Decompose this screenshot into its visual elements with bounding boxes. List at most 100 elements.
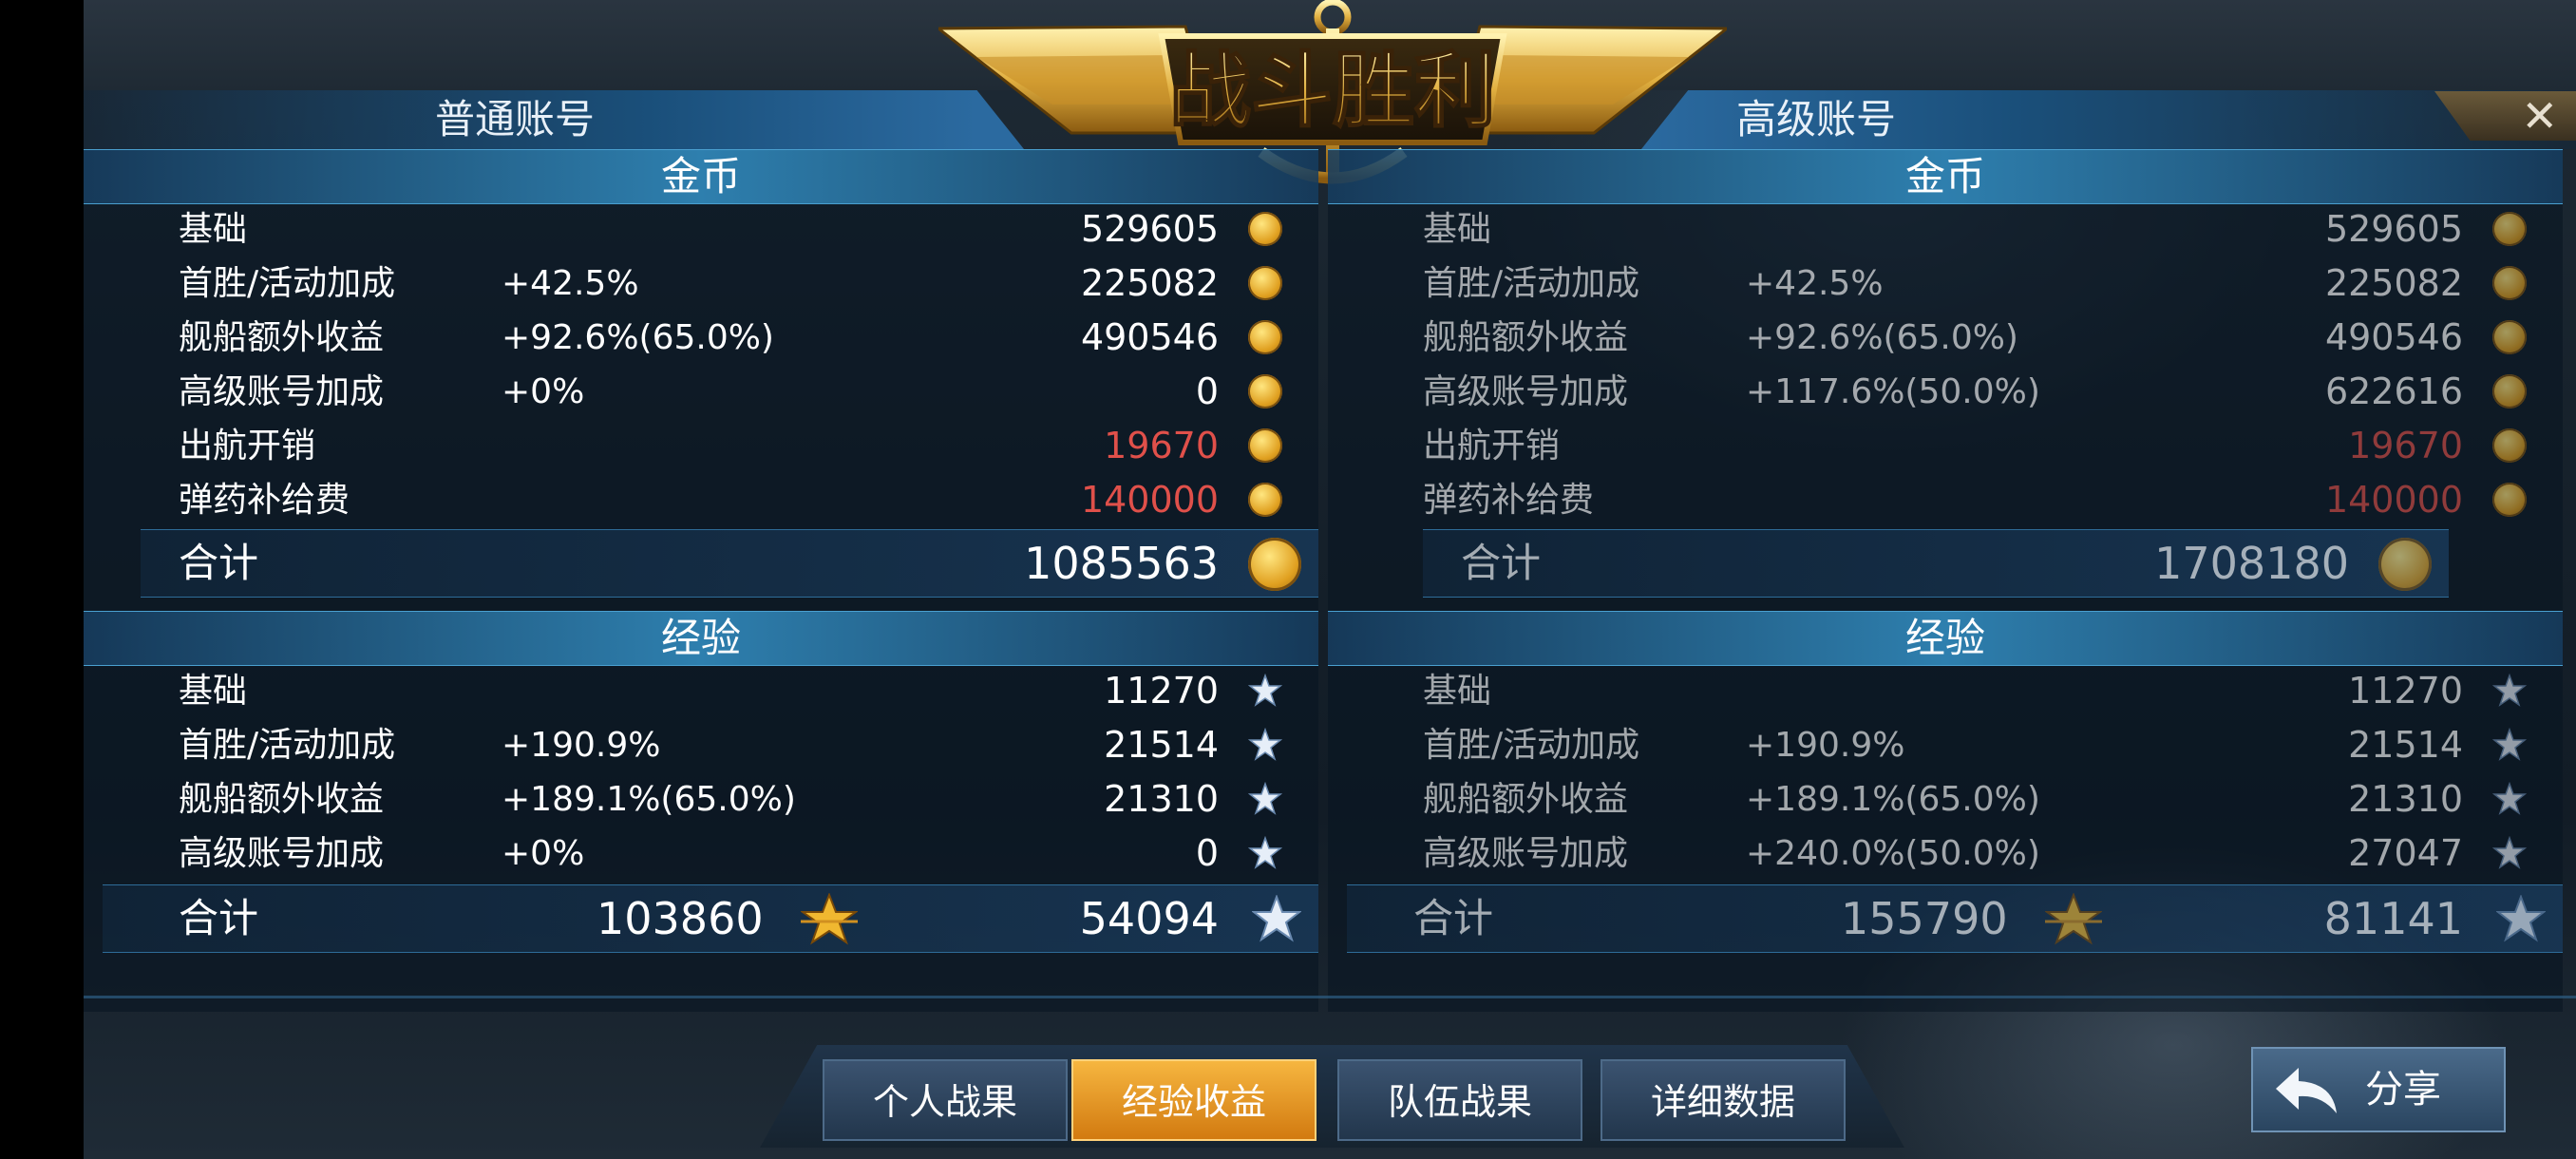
row-label: 首胜/活动加成 [179,264,396,303]
coin-icon [2492,320,2527,354]
coin-icon [2492,266,2527,300]
row-label: 高级账号加成 [179,372,385,411]
row-value: 0 [1195,370,1219,412]
row-value: 21514 [2348,724,2463,766]
row-label: 弹药补给费 [179,481,350,520]
exp-total-silver-value: 81141 [2323,893,2463,944]
gold-row: 出航开销 19670 [1328,419,2563,473]
row-label: 高级账号加成 [1423,372,1629,411]
gold-total-row: 合计 1085563 [141,529,1318,598]
tab-detailed-data[interactable]: 详细数据 [1601,1059,1846,1141]
divider-line [84,996,2576,998]
tab-exp-income[interactable]: 经验收益 [1071,1059,1316,1141]
gold-row: 首胜/活动加成 +42.5% 225082 [1328,256,2563,311]
row-value: 622616 [2324,370,2463,412]
coin-icon [1248,483,1282,517]
row-label: 首胜/活动加成 [1423,264,1640,303]
exp-row: 高级账号加成 +0% 0 [84,826,1318,881]
row-percent: +190.9% [1746,726,1905,765]
total-label: 合计 [179,540,259,586]
row-value-negative: 140000 [1080,479,1219,521]
total-label: 合计 [179,895,259,941]
exp-row: 首胜/活动加成 +190.9% 21514 [84,718,1318,772]
total-label: 合计 [1413,895,1494,941]
coin-icon [1248,538,1301,591]
gold-row: 弹药补给费 140000 [1328,473,2563,527]
silver-star-icon [2492,674,2527,707]
silver-star-icon [1252,895,1301,942]
coin-icon [1248,266,1282,300]
gold-section-header: 金币 [1328,149,2563,204]
gold-section-header: 金币 [84,149,1318,204]
row-value-negative: 19670 [1104,425,1219,466]
row-value-negative: 140000 [2324,479,2463,521]
exp-total-gold-value: 103860 [597,893,764,944]
row-label: 舰船额外收益 [1423,780,1629,819]
premium-account-panel: 金币 基础 529605 首胜/活动加成 +42.5% 225082 舰船额外收… [1328,149,2563,1012]
gold-row: 基础 529605 [84,202,1318,256]
row-label: 舰船额外收益 [179,780,385,819]
share-button[interactable]: 分享 [2251,1047,2506,1132]
battle-result-screen: 普通账号 高级账号 ✕ 战斗胜利 金币 基础 529605 首胜/活动加成 +4… [84,0,2576,1159]
row-value: 225082 [2324,262,2463,304]
silver-star-icon [2492,782,2527,815]
exp-row: 舰船额外收益 +189.1%(65.0%) 21310 [1328,772,2563,826]
row-label: 弹药补给费 [1423,481,1595,520]
total-label: 合计 [1461,540,1542,586]
tab-personal-results[interactable]: 个人战果 [823,1059,1068,1141]
coin-icon [1248,212,1282,246]
row-percent: +189.1%(65.0%) [1746,780,2040,819]
row-label: 高级账号加成 [1423,834,1629,873]
normal-account-panel: 金币 基础 529605 首胜/活动加成 +42.5% 225082 舰船额外收… [84,149,1318,1012]
coin-icon [1248,320,1282,354]
gold-total-value: 1085563 [1024,538,1219,589]
gold-row: 弹药补给费 140000 [84,473,1318,527]
row-percent: +189.1%(65.0%) [502,780,796,819]
coin-icon [1248,374,1282,408]
coin-icon [2492,428,2527,463]
row-label: 基础 [179,672,248,711]
silver-star-icon [1248,782,1282,815]
row-percent: +92.6%(65.0%) [1746,318,2018,357]
gold-row: 基础 529605 [1328,202,2563,256]
row-value: 11270 [2348,670,2463,712]
gold-row: 高级账号加成 +117.6%(50.0%) 622616 [1328,365,2563,419]
gold-row: 高级账号加成 +0% 0 [84,365,1318,419]
gold-total-row: 合计 1708180 [1423,529,2449,598]
row-value: 21514 [1104,724,1219,766]
row-value-negative: 19670 [2348,425,2463,466]
coin-icon [2378,538,2432,591]
row-label: 舰船额外收益 [179,318,385,357]
exp-row: 首胜/活动加成 +190.9% 21514 [1328,718,2563,772]
coin-icon [2492,374,2527,408]
gold-row: 首胜/活动加成 +42.5% 225082 [84,256,1318,311]
row-label: 基础 [1423,672,1492,711]
gold-row: 出航开销 19670 [84,419,1318,473]
coin-icon [2492,483,2527,517]
share-arrow-icon [2276,1068,2337,1113]
row-label: 舰船额外收益 [1423,318,1629,357]
premium-account-label: 高级账号 [1736,96,1897,142]
row-value: 21310 [2348,778,2463,820]
share-label: 分享 [2365,1068,2441,1112]
exp-total-silver-value: 54094 [1079,893,1219,944]
exp-total-row: 合计 103860 54094 [103,884,1318,953]
exp-total-row: 合计 155790 81141 [1347,884,2563,953]
gold-row: 舰船额外收益 +92.6%(65.0%) 490546 [1328,311,2563,365]
row-percent: +240.0%(50.0%) [1746,834,2040,873]
coin-icon [1248,428,1282,463]
silver-star-icon [1248,674,1282,707]
gold-row: 舰船额外收益 +92.6%(65.0%) 490546 [84,311,1318,365]
exp-section-header: 经验 [1328,611,2563,666]
row-value: 27047 [2348,832,2463,874]
tab-team-results[interactable]: 队伍战果 [1337,1059,1582,1141]
exp-row: 高级账号加成 +240.0%(50.0%) 27047 [1328,826,2563,881]
row-percent: +117.6%(50.0%) [1746,372,2040,411]
row-percent: +0% [502,834,585,873]
exp-total-gold-value: 155790 [1841,893,2008,944]
row-value: 529605 [2324,208,2463,250]
silver-star-icon [2492,728,2527,761]
row-label: 出航开销 [179,427,316,466]
exp-row: 基础 11270 [1328,664,2563,718]
row-value: 225082 [1080,262,1219,304]
